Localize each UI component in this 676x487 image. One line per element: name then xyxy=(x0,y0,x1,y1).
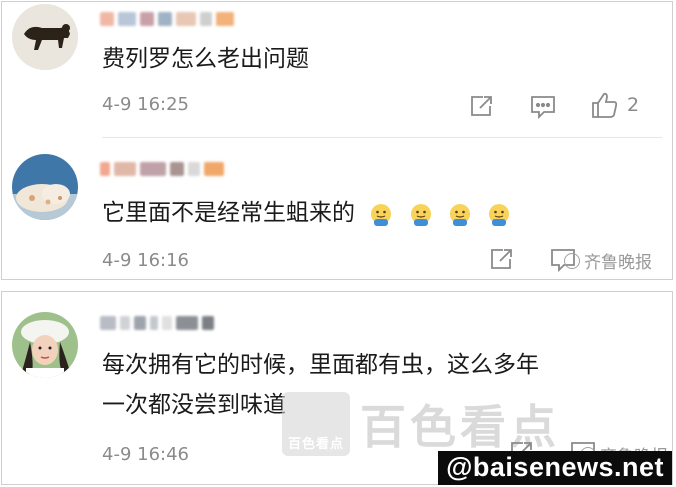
share-icon xyxy=(491,249,512,269)
like-button[interactable]: 2 xyxy=(589,90,639,120)
comment-item: 费列罗怎么老出问题 4-9 16:25 2 xyxy=(2,2,672,142)
comment-icon xyxy=(531,96,555,120)
comment-text: 费列罗怎么老出问题 xyxy=(102,46,309,72)
like-count: 2 xyxy=(627,94,640,116)
watermark-box: 百色看点 xyxy=(282,392,350,456)
comment-text-line2: 一次都没尝到味道 xyxy=(102,392,286,418)
watermark-logo-icon xyxy=(564,252,580,269)
username-blurred[interactable] xyxy=(100,160,250,178)
comment-text-line1: 每次拥有它的时候，里面都有虫，这么多年 xyxy=(102,352,539,378)
emoji-icon xyxy=(371,203,392,226)
divider xyxy=(102,137,662,138)
share-button[interactable] xyxy=(469,94,495,118)
comment-time: 4-9 16:16 xyxy=(102,250,189,271)
emoji-icon xyxy=(410,203,431,226)
share-icon xyxy=(471,96,492,116)
avatar[interactable] xyxy=(12,4,78,70)
comment-text-content: 它里面不是经常生蛆来的 xyxy=(102,200,355,226)
watermark-box-label: 百色看点 xyxy=(287,437,344,452)
emoji-icon xyxy=(449,203,470,226)
comment-time: 4-9 16:46 xyxy=(102,444,189,465)
comment-panel-top: 费列罗怎么老出问题 4-9 16:25 2 它里面不是经常生蛆来的 4-9 16… xyxy=(1,1,673,280)
avatar[interactable] xyxy=(12,154,78,220)
username-blurred[interactable] xyxy=(100,10,250,28)
reply-button[interactable] xyxy=(529,94,557,120)
watermark-small-text: 齐鲁晚报 xyxy=(584,253,652,273)
comment-item: 它里面不是经常生蛆来的 4-9 16:16 齐鲁晚报 xyxy=(2,142,672,279)
thumb-up-icon xyxy=(592,92,618,118)
comment-time: 4-9 16:25 xyxy=(102,94,189,115)
comment-text: 它里面不是经常生蛆来的 xyxy=(102,196,512,231)
username-blurred[interactable] xyxy=(100,314,250,332)
watermark-small: 齐鲁晚报 xyxy=(564,248,652,273)
avatar[interactable] xyxy=(12,312,78,378)
share-button[interactable] xyxy=(489,247,515,271)
watermark-url: @baisenews.net xyxy=(438,451,672,485)
emoji-icon xyxy=(489,203,510,226)
